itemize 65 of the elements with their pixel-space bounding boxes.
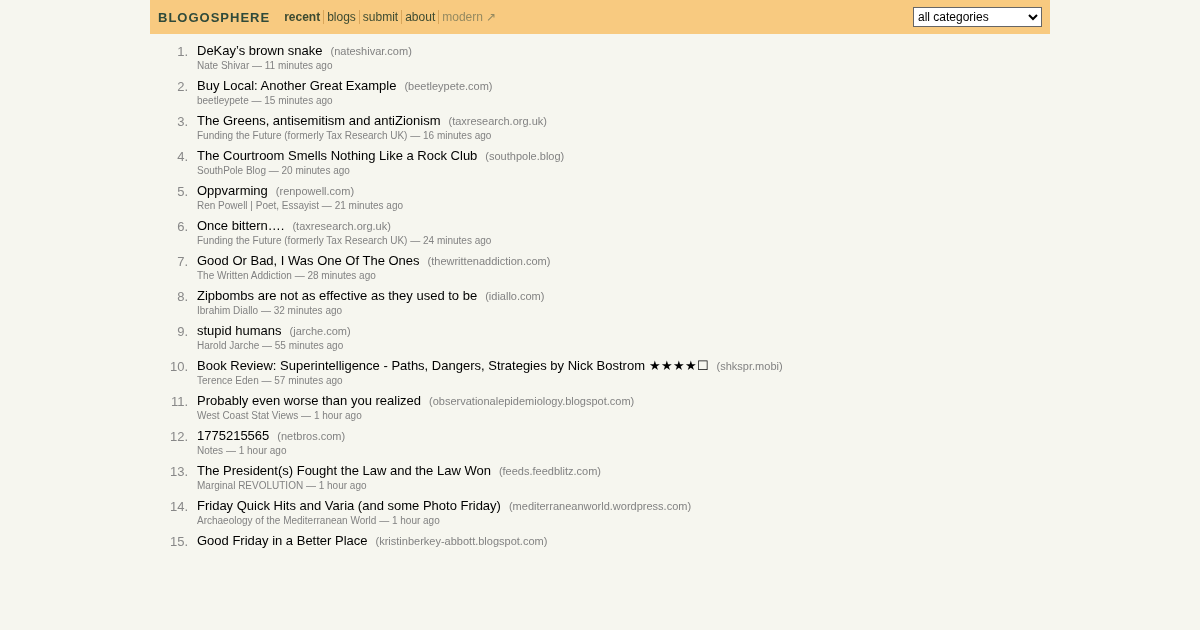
post-title-link[interactable]: Good Friday in a Better Place	[197, 533, 368, 548]
post-domain: (mediterraneanworld.wordpress.com)	[508, 500, 692, 512]
post-meta: Funding the Future (formerly Tax Research UK) — 24 minutes ago	[197, 235, 492, 246]
rank-number: 11.	[169, 393, 188, 409]
post-meta: Ibrahim Diallo — 32 minutes ago	[197, 305, 344, 316]
post-meta: The Written Addiction — 28 minutes ago	[197, 270, 377, 281]
post-meta: West Coast Stat Views — 1 hour ago	[197, 410, 363, 421]
rank-number: 15.	[168, 533, 188, 549]
rank-number: 6.	[176, 218, 188, 234]
post-title-link[interactable]: Oppvarming	[197, 183, 268, 198]
post-domain: (shkspr.mobi)	[716, 360, 783, 372]
post-title-link[interactable]: Book Review: Superintelligence - Paths, Dangers, Strategies by Nick Bostrom ★★★★☐	[197, 358, 709, 373]
post-meta: Terence Eden — 57 minutes ago	[197, 375, 344, 386]
post-domain: (idiallo.com)	[485, 290, 545, 302]
post-domain: (kristinberkey-abbott.blogspot.com)	[375, 535, 548, 547]
post-domain: (jarche.com)	[289, 325, 351, 337]
post-title-link[interactable]: Zipbombs are not as effective as they used to be	[197, 288, 478, 303]
post-title-link[interactable]: Friday Quick Hits and Varia (and some Photo Friday)	[197, 498, 501, 513]
post-domain: (beetleypete.com)	[404, 80, 493, 92]
nav-link[interactable]: blogs	[323, 10, 359, 24]
post-title-link[interactable]: Once bittern….	[197, 218, 285, 233]
post-meta: Archaeology of the Mediterranean World — 1 hour ago	[197, 515, 441, 526]
post-domain: (observationalepidemiology.blogspot.com)	[429, 395, 635, 407]
post-meta: Funding the Future (formerly Tax Research UK) — 16 minutes ago	[197, 130, 493, 141]
post-title-link[interactable]: stupid humans	[197, 323, 282, 338]
post-meta: Ren Powell | Poet, Essayist — 21 minutes ago	[197, 200, 404, 211]
post-title-link[interactable]: DeKay’s brown snake	[197, 43, 323, 58]
rank-number: 1.	[176, 43, 188, 59]
rank-number: 3.	[176, 113, 188, 129]
post-meta: SouthPole Blog — 20 minutes ago	[197, 165, 351, 176]
rank-number: 12.	[168, 428, 188, 444]
post-title-link[interactable]: Probably even worse than you realized	[197, 393, 422, 408]
post-meta: Nate Shivar — 11 minutes ago	[197, 60, 334, 71]
post-title-link[interactable]: The Greens, antisemitism and antiZionism	[197, 113, 441, 128]
rank-number: 14.	[168, 498, 188, 514]
post-domain: (feeds.feedblitz.com)	[498, 465, 601, 477]
post-domain: (netbros.com)	[277, 430, 346, 442]
post-title-link[interactable]: 1775215565	[197, 428, 270, 443]
rank-number: 2.	[176, 78, 188, 94]
rank-number: 7.	[176, 253, 188, 269]
post-title-link[interactable]: Good Or Bad, I Was One Of The Ones	[197, 253, 420, 268]
post-title-link[interactable]: Buy Local: Another Great Example	[197, 78, 397, 93]
post-meta: Marginal REVOLUTION — 1 hour ago	[197, 480, 368, 491]
post-meta: Harold Jarche — 55 minutes ago	[197, 340, 345, 351]
post-title-link[interactable]: The Courtroom Smells Nothing Like a Rock Club	[197, 148, 478, 163]
post-title-link[interactable]: The President(s) Fought the Law and the Law Won	[197, 463, 491, 478]
post-domain: (taxresearch.org.uk)	[448, 115, 547, 127]
nav-link[interactable]: submit	[358, 10, 402, 24]
post-domain: (renpowell.com)	[275, 185, 355, 197]
nav-link[interactable]: recent	[281, 10, 324, 24]
rank-number: 10.	[168, 358, 188, 374]
post-meta: Notes — 1 hour ago	[197, 445, 288, 456]
site-logo: BLOGOSPHERE	[158, 9, 271, 25]
rank-number: 13.	[168, 463, 188, 479]
rank-number: 5.	[176, 183, 188, 199]
post-domain: (nateshivar.com)	[330, 45, 412, 57]
post-domain: (thewrittenaddiction.com)	[427, 255, 551, 267]
category-select[interactable]: all categories	[913, 7, 1042, 27]
rank-number: 9.	[176, 323, 188, 339]
post-domain: (taxresearch.org.uk)	[292, 220, 391, 232]
rank-number: 4.	[176, 148, 188, 164]
post-meta: beetleypete — 15 minutes ago	[197, 95, 334, 106]
rank-number: 8.	[176, 288, 188, 304]
post-domain: (southpole.blog)	[485, 150, 565, 162]
nav-link[interactable]: about	[401, 10, 439, 24]
